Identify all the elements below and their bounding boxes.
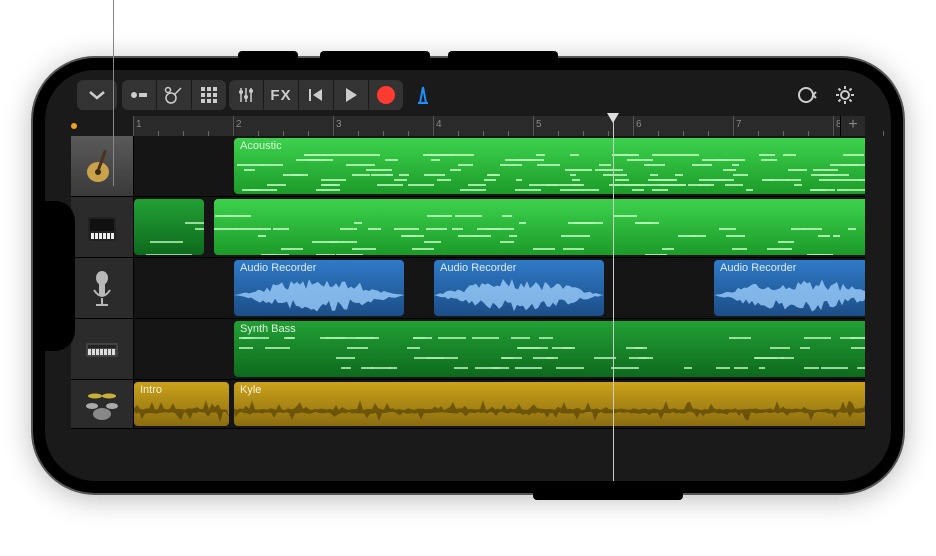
bar-line: [733, 116, 734, 136]
metronome-icon: [413, 85, 433, 105]
fx-label: FX: [270, 87, 291, 104]
region[interactable]: [214, 199, 865, 255]
bar-number: 7: [736, 119, 742, 130]
track-header-vocals[interactable]: [71, 258, 134, 318]
bar-number: 4: [436, 119, 442, 130]
track-lane[interactable]: [134, 197, 865, 257]
track-lane[interactable]: Acoustic: [134, 136, 865, 196]
track-row: Audio Recorder Audio Recorder Audio Record…: [71, 258, 865, 319]
piano-icon: [82, 207, 122, 247]
region[interactable]: Synth Bass: [234, 321, 865, 377]
guitar-pick-icon: [164, 86, 184, 104]
track-row: [71, 197, 865, 258]
track-view-icon: [129, 87, 149, 103]
mic-icon: [82, 268, 122, 308]
track-row: Acoustic: [71, 136, 865, 197]
region-label: Intro: [140, 384, 162, 396]
track-header-acoustic[interactable]: [71, 136, 134, 196]
bar-line: [133, 116, 134, 136]
phone-hw-button: [533, 493, 683, 500]
region-label: Synth Bass: [240, 323, 296, 335]
region-label: Kyle: [240, 384, 261, 396]
record-button[interactable]: [369, 80, 403, 110]
bar-line: [833, 116, 834, 136]
grid-icon: [201, 87, 217, 103]
region[interactable]: Audio Recorder: [434, 260, 604, 316]
toolbar: FX: [71, 76, 865, 114]
region[interactable]: Audio Recorder: [234, 260, 404, 316]
timeline-ruler[interactable]: 12345678: [133, 116, 865, 137]
track-header-synth[interactable]: [71, 319, 134, 379]
region[interactable]: Intro: [134, 382, 229, 426]
region-label: Audio Recorder: [240, 262, 316, 274]
region[interactable]: Kyle: [234, 382, 865, 426]
loop-browser-button[interactable]: [789, 80, 823, 110]
playhead[interactable]: [613, 116, 614, 481]
playhead-handle-icon: [607, 113, 619, 123]
record-icon: [377, 86, 395, 104]
grid-button[interactable]: [192, 80, 226, 110]
region-label: Audio Recorder: [720, 262, 796, 274]
track-lane[interactable]: Intro Kyle: [134, 380, 865, 428]
view-group: [122, 80, 227, 110]
track-header-drums[interactable]: [71, 380, 134, 428]
gear-icon: [834, 84, 856, 106]
bar-number: 1: [136, 119, 142, 130]
play-icon: [343, 87, 359, 103]
phone-hw-button: [238, 51, 298, 58]
bar-tick: [883, 131, 884, 136]
play-button[interactable]: [334, 80, 368, 110]
metronome-button[interactable]: [406, 80, 440, 110]
region[interactable]: [134, 199, 204, 255]
track-row: Intro Kyle: [71, 380, 865, 429]
region-label: Audio Recorder: [440, 262, 516, 274]
menu-button[interactable]: [77, 80, 117, 110]
region-label: Acoustic: [240, 140, 282, 152]
add-track-button[interactable]: +: [840, 116, 865, 136]
bar-number: 2: [236, 119, 242, 130]
bar-number: 5: [536, 119, 542, 130]
settings-button[interactable]: [828, 80, 862, 110]
bar-line: [233, 116, 234, 136]
track-lane[interactable]: Synth Bass: [134, 319, 865, 379]
bar-line: [633, 116, 634, 136]
guitar-icon: [82, 146, 122, 186]
phone-hw-button: [448, 51, 558, 58]
rewind-button[interactable]: [299, 80, 333, 110]
track-row: Synth Bass: [71, 319, 865, 380]
cycle-marker[interactable]: [71, 123, 77, 129]
chevron-down-icon: [88, 89, 106, 101]
region[interactable]: Acoustic: [234, 138, 865, 194]
fx-button[interactable]: FX: [264, 80, 298, 110]
bar-number: 3: [336, 119, 342, 130]
rewind-icon: [307, 87, 325, 103]
phone-frame: FX: [33, 58, 903, 493]
app-screen: FX: [45, 70, 891, 481]
phone-notch: [45, 201, 75, 351]
region[interactable]: Audio Recorder: [714, 260, 865, 316]
bar-line: [533, 116, 534, 136]
track-lane[interactable]: Audio Recorder Audio Recorder Audio Record…: [134, 258, 865, 318]
control-group: FX: [229, 80, 404, 110]
bar-line: [333, 116, 334, 136]
bar-line: [433, 116, 434, 136]
phone-hw-button: [320, 51, 430, 58]
bar-number: 6: [636, 119, 642, 130]
track-view-button[interactable]: [122, 80, 156, 110]
loop-icon: [795, 85, 817, 105]
mixer-button[interactable]: [229, 80, 263, 110]
drums-icon: [82, 384, 122, 424]
track-header-piano[interactable]: [71, 197, 134, 257]
instrument-button[interactable]: [157, 80, 191, 110]
sliders-icon: [237, 86, 255, 104]
tracks-area: AcousticAudio RecorderAudio RecorderAudi…: [71, 136, 865, 481]
keyboard-icon: [82, 329, 122, 369]
callout-line: [113, 0, 114, 186]
